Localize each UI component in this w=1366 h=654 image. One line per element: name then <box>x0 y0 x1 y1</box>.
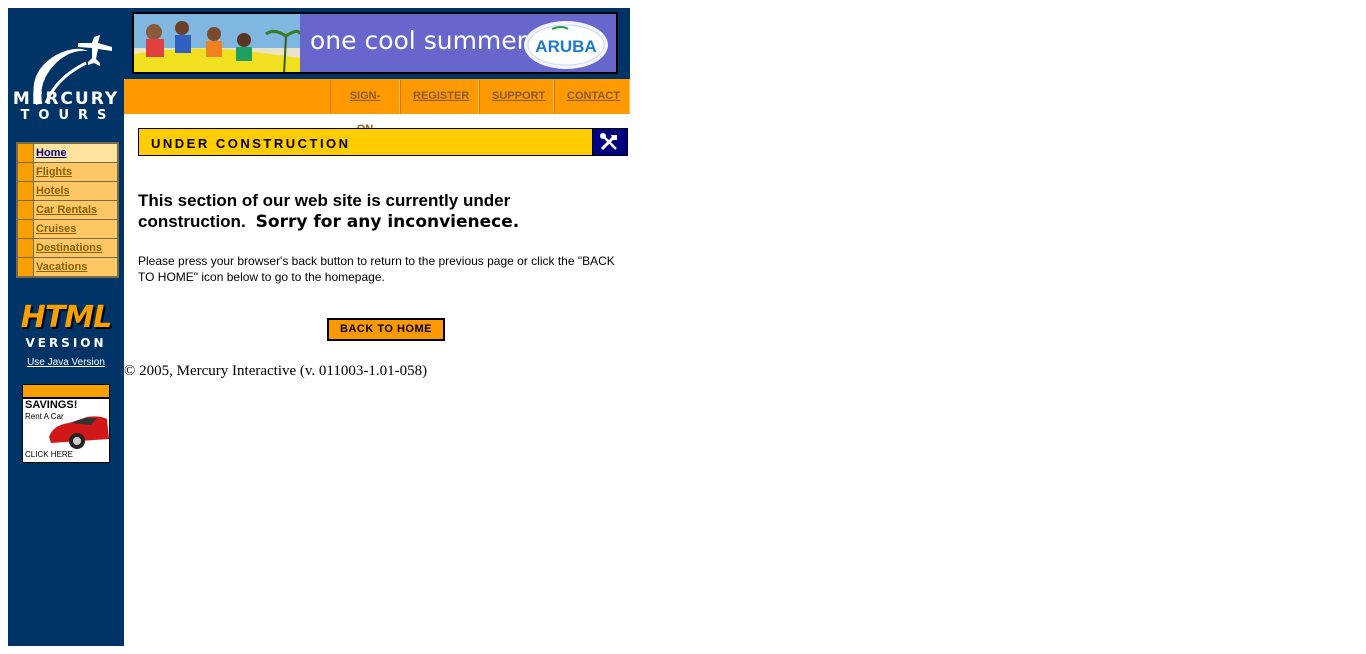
sidebar: MERCURY TOURS Home Flights Hotels Car Re… <box>8 8 124 646</box>
ad-cta: CLICK HERE <box>25 450 74 459</box>
top-nav-sign-on[interactable]: SIGN-ON <box>330 80 400 135</box>
nav-bullet <box>18 258 34 276</box>
sidebar-item-hotels: Hotels <box>18 182 117 201</box>
top-nav-register[interactable]: REGISTER <box>400 80 479 113</box>
sidebar-item-flights: Flights <box>18 163 117 182</box>
ad-header-strip <box>23 385 109 399</box>
aruba-banner[interactable]: one cool summer ARUBA <box>132 12 618 74</box>
sidebar-item-car-rentals: Car Rentals <box>18 201 117 220</box>
nav-link-cruises[interactable]: Cruises <box>34 220 117 238</box>
sidebar-item-vacations: Vacations <box>18 258 117 276</box>
sidebar-item-destinations: Destinations <box>18 239 117 258</box>
nav-bullet <box>18 220 34 238</box>
logo-mercury-text: MERCURY <box>12 89 120 109</box>
nav-link-hotels[interactable]: Hotels <box>34 182 117 200</box>
beach-photo <box>134 14 300 72</box>
nav-bullet <box>18 144 34 162</box>
top-nav: SIGN-ON REGISTER SUPPORT CONTACT <box>330 80 630 135</box>
tools-icon <box>592 129 627 155</box>
top-nav-support[interactable]: SUPPORT <box>479 80 554 113</box>
nav-link-home[interactable]: Home <box>34 144 117 162</box>
nav-link-destinations[interactable]: Destinations <box>34 239 117 257</box>
sidebar-nav: Home Flights Hotels Car Rentals Cruises … <box>16 142 119 278</box>
html-version-title: HTML <box>20 300 113 335</box>
aruba-logo: ARUBA <box>524 21 608 69</box>
aruba-brand-text: ARUBA <box>535 37 596 56</box>
nav-link-flights[interactable]: Flights <box>34 163 117 181</box>
java-version-link[interactable]: Use Java Version <box>8 357 124 368</box>
nav-bullet <box>18 239 34 257</box>
banner-slogan: one cool summer <box>310 26 527 55</box>
section-title: UNDER CONSTRUCTION <box>151 136 351 151</box>
instructions-text: Please press your browser's back button … <box>138 254 615 284</box>
rent-a-car-ad[interactable]: SAVINGS! Rent A Car CLICK HERE <box>22 384 110 463</box>
nav-bullet <box>18 201 34 219</box>
nav-link-vacations[interactable]: Vacations <box>34 258 117 276</box>
top-nav-contact[interactable]: CONTACT <box>554 80 630 113</box>
back-to-home-button[interactable]: BACK TO HOME <box>327 318 445 341</box>
apology-text: Sorry for any inconvienece. <box>255 212 520 232</box>
sidebar-item-cruises: Cruises <box>18 220 117 239</box>
car-icon <box>49 416 109 449</box>
construction-heading: This section of our web site is currentl… <box>138 190 628 233</box>
nav-link-car-rentals[interactable]: Car Rentals <box>34 201 117 219</box>
sidebar-item-home: Home <box>18 144 117 163</box>
html-version-subtitle: VERSION <box>25 336 107 350</box>
nav-bullet <box>18 163 34 181</box>
nav-bullet <box>18 182 34 200</box>
html-version-badge: HTML VERSION <box>20 300 113 352</box>
copyright-text: © 2005, Mercury Interactive (v. 011003-1… <box>124 363 428 379</box>
under-construction-bar: UNDER CONSTRUCTION <box>138 128 628 156</box>
logo-tours-text: TOURS <box>20 108 116 123</box>
